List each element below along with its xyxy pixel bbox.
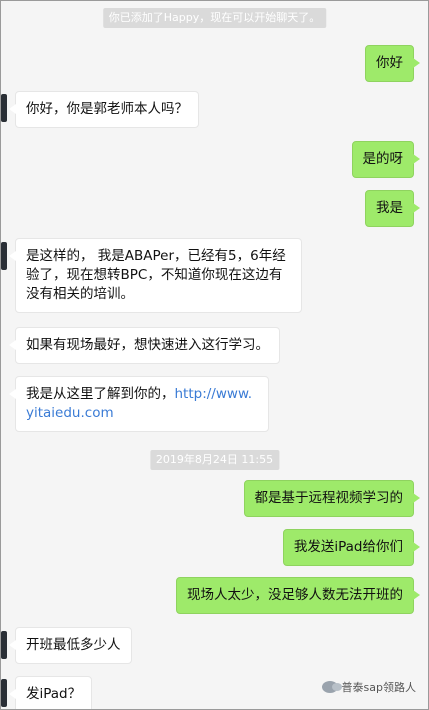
message-outgoing[interactable]: 你好 bbox=[365, 45, 420, 82]
message-text-line: yitaiedu.com bbox=[26, 404, 258, 423]
message-incoming[interactable]: 如果有现场最好，想快速进入这行学习。 bbox=[9, 327, 280, 364]
message-incoming[interactable]: 发iPad？ bbox=[8, 676, 93, 709]
message-bubble: 你好，你是郭老师本人吗？ bbox=[9, 91, 199, 128]
message-incoming[interactable]: 开班最低多少人 bbox=[9, 627, 132, 664]
message-text-line: 是这样的， 我是ABAPer，已经有5，6年经 bbox=[26, 248, 286, 264]
contact-avatar[interactable] bbox=[1, 94, 7, 122]
chat-history[interactable]: 你已添加了Happy，现在可以开始聊天了。 你好 你好，你是郭老师本人吗？ 是的… bbox=[1, 1, 428, 709]
message-bubble: 现场人太少，没足够人数无法开班的 bbox=[176, 577, 420, 614]
watermark: 普泰sap领路人 bbox=[321, 679, 416, 695]
message-bubble: 都是基于远程视频学习的 bbox=[243, 480, 420, 517]
watermark-text: 普泰sap领路人 bbox=[341, 681, 416, 694]
chat-window: 你已添加了Happy，现在可以开始聊天了。 你好 你好，你是郭老师本人吗？ 是的… bbox=[0, 0, 429, 710]
message-outgoing[interactable]: 都是基于远程视频学习的 bbox=[243, 480, 420, 517]
message-text-line: 没有相关的培训。 bbox=[26, 286, 134, 302]
message-text-line: 验了，现在想转BPC，不知道你现在这边有 bbox=[26, 267, 283, 283]
message-bubble: 我是 bbox=[365, 190, 420, 227]
message-incoming[interactable]: 是这样的， 我是ABAPer，已经有5，6年经 验了，现在想转BPC，不知道你现… bbox=[9, 238, 302, 313]
message-outgoing[interactable]: 现场人太少，没足够人数无法开班的 bbox=[176, 577, 420, 614]
message-outgoing[interactable]: 我是 bbox=[365, 190, 420, 227]
message-text: 我是从这里了解到你的， bbox=[26, 386, 175, 402]
message-bubble: 是这样的， 我是ABAPer，已经有5，6年经 验了，现在想转BPC，不知道你现… bbox=[9, 238, 302, 313]
contact-avatar[interactable] bbox=[1, 242, 7, 270]
timestamp-divider: 2019年8月24日 11:55 bbox=[149, 450, 280, 470]
message-outgoing[interactable]: 我发送iPad给你们 bbox=[282, 529, 421, 566]
message-incoming[interactable]: 我是从这里了解到你的，http://www. yitaiedu.com bbox=[9, 376, 269, 432]
system-notice-friend-added: 你已添加了Happy，现在可以开始聊天了。 bbox=[102, 8, 327, 28]
message-bubble: 如果有现场最好，想快速进入这行学习。 bbox=[9, 327, 280, 364]
message-bubble: 你好 bbox=[365, 45, 420, 82]
contact-avatar[interactable] bbox=[1, 679, 7, 707]
message-bubble: 我是从这里了解到你的，http://www. yitaiedu.com bbox=[9, 376, 269, 432]
website-link[interactable]: yitaiedu.com bbox=[26, 405, 114, 421]
message-bubble: 发iPad？ bbox=[8, 676, 93, 709]
message-bubble: 我发送iPad给你们 bbox=[282, 529, 421, 566]
message-bubble: 开班最低多少人 bbox=[9, 627, 132, 664]
message-bubble: 是的呀 bbox=[351, 141, 420, 178]
contact-avatar[interactable] bbox=[1, 631, 7, 659]
message-incoming[interactable]: 你好，你是郭老师本人吗？ bbox=[9, 91, 199, 128]
message-text-line: 我是从这里了解到你的，http://www. bbox=[26, 385, 258, 404]
website-link[interactable]: http://www. bbox=[175, 386, 253, 402]
message-outgoing[interactable]: 是的呀 bbox=[351, 141, 420, 178]
wechat-icon bbox=[321, 681, 342, 693]
